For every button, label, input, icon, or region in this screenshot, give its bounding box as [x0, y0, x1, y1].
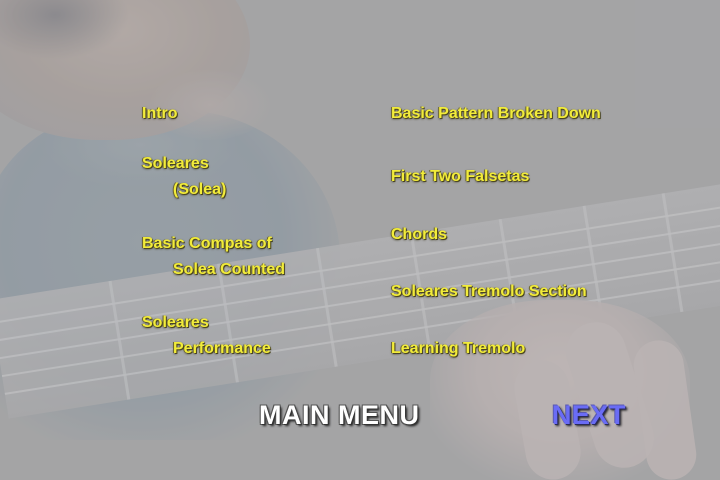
chapter-label: Soleares	[142, 155, 209, 172]
chapter-label-subline: (Solea)	[173, 181, 227, 198]
chapter-label: Learning Tremolo	[391, 340, 526, 357]
chapter-first-two-falsetas[interactable]: First Two Falsetas	[391, 164, 529, 190]
chapter-chords[interactable]: Chords	[391, 222, 447, 248]
chapter-label-subline: Solea Counted	[173, 261, 286, 278]
chapter-label: Soleares Tremolo Section	[391, 283, 587, 300]
chapter-label-subline: Performance	[173, 340, 271, 357]
next-button[interactable]: NEXT	[552, 400, 626, 431]
dvd-chapter-menu: Intro Soleares (Solea) Basic Compas of S…	[0, 0, 720, 480]
chapter-tremolo-section[interactable]: Soleares Tremolo Section	[391, 279, 587, 305]
chapter-soleares[interactable]: Soleares (Solea)	[142, 151, 226, 203]
chapter-basic-pattern[interactable]: Basic Pattern Broken Down	[391, 101, 601, 127]
chapter-label: Soleares	[142, 314, 209, 331]
chapter-label: First Two Falsetas	[391, 168, 530, 185]
chapter-learning-tremolo[interactable]: Learning Tremolo	[391, 336, 525, 362]
chapter-label: Basic Pattern Broken Down	[391, 105, 601, 122]
chapter-label: Intro	[142, 105, 178, 122]
chapter-label: Chords	[391, 226, 447, 243]
chapter-soleares-performance[interactable]: Soleares Performance	[142, 310, 271, 362]
main-menu-button[interactable]: MAIN MENU	[259, 400, 420, 431]
chapter-intro[interactable]: Intro	[142, 101, 178, 127]
chapter-label: Basic Compas of	[142, 235, 272, 252]
chapter-basic-compas[interactable]: Basic Compas of Solea Counted	[142, 231, 285, 283]
